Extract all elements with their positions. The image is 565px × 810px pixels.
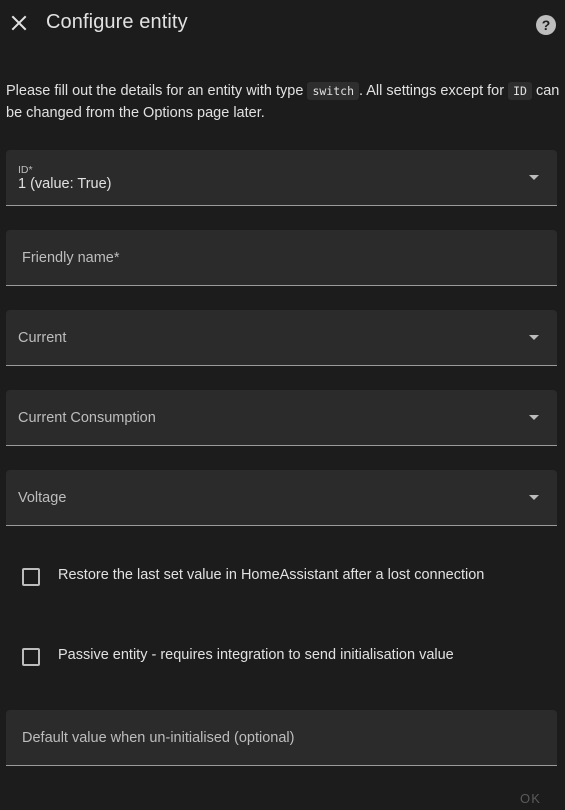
id-code: ID <box>508 82 532 100</box>
dialog-header: Configure entity ? <box>0 0 565 48</box>
restore-checkbox-label[interactable]: Restore the last set value in HomeAssist… <box>58 567 484 583</box>
dropdown-arrow-icon <box>529 175 539 180</box>
voltage-select-label: Voltage <box>18 490 67 506</box>
ok-button[interactable]: OK <box>520 791 541 806</box>
dropdown-arrow-icon <box>529 415 539 420</box>
current-consumption-select-label: Current Consumption <box>18 410 156 426</box>
help-button[interactable]: ? <box>535 14 557 36</box>
dropdown-arrow-icon <box>529 495 539 500</box>
friendly-name-label: Friendly name* <box>22 250 120 266</box>
default-value-label: Default value when un-initialised (optio… <box>22 730 295 746</box>
id-select[interactable]: ID* 1 (value: True) <box>6 150 557 206</box>
passive-checkbox[interactable] <box>22 648 40 666</box>
dialog-description: Please fill out the details for an entit… <box>6 80 561 124</box>
help-circle-icon: ? <box>536 15 556 35</box>
entity-type-code: switch <box>307 82 359 100</box>
current-consumption-select[interactable]: Current Consumption <box>6 390 557 446</box>
id-select-value: 1 (value: True) <box>18 176 112 192</box>
close-button[interactable] <box>6 10 32 36</box>
dialog-title: Configure entity <box>46 11 188 33</box>
svg-text:?: ? <box>542 17 551 33</box>
id-select-label: ID* <box>18 164 33 176</box>
friendly-name-input[interactable]: Friendly name* <box>6 230 557 286</box>
description-text-1: Please fill out the details for an entit… <box>6 83 308 99</box>
dropdown-arrow-icon <box>529 335 539 340</box>
current-select-label: Current <box>18 330 67 346</box>
restore-checkbox[interactable] <box>22 568 40 586</box>
description-text-2: . All settings except for <box>359 83 509 99</box>
voltage-select[interactable]: Voltage <box>6 470 557 526</box>
default-value-input[interactable]: Default value when un-initialised (optio… <box>6 710 557 766</box>
restore-checkbox-row: Restore the last set value in HomeAssist… <box>0 558 565 598</box>
passive-checkbox-label[interactable]: Passive entity - requires integration to… <box>58 647 454 663</box>
passive-checkbox-row: Passive entity - requires integration to… <box>0 638 565 678</box>
close-icon <box>11 15 27 31</box>
current-select[interactable]: Current <box>6 310 557 366</box>
configure-entity-dialog: Configure entity ? Please fill out the d… <box>0 0 565 810</box>
